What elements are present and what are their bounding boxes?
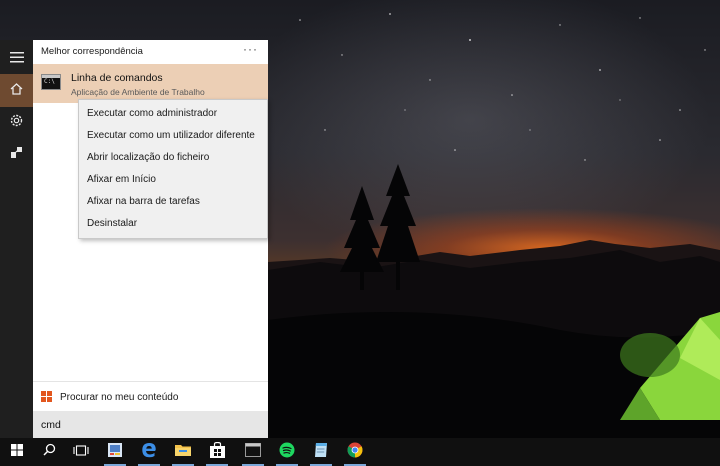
feedback-button[interactable]	[0, 138, 33, 171]
command-prompt-icon: C:\	[41, 74, 61, 90]
task-view-button[interactable]	[64, 438, 98, 466]
taskbar-notepad[interactable]	[304, 438, 338, 466]
settings-button[interactable]	[0, 106, 33, 139]
command-prompt-icon	[245, 442, 261, 462]
menu-button[interactable]	[0, 42, 33, 75]
best-match-label: Melhor correspondência	[41, 46, 143, 57]
store-icon	[209, 441, 225, 463]
result-title: Linha de comandos	[71, 72, 163, 84]
windows-logo-icon	[41, 391, 52, 402]
menu-item-run-as-other-user[interactable]: Executar como um utilizador diferente	[79, 125, 267, 147]
more-options-button[interactable]: ···	[243, 42, 258, 56]
search-my-content-label: Procurar no meu conteúdo	[60, 392, 179, 403]
menu-item-uninstall[interactable]: Desinstalar	[79, 213, 267, 235]
notepad-icon	[313, 442, 329, 463]
start-button[interactable]	[0, 438, 34, 466]
context-menu: Executar como administrador Executar com…	[78, 99, 268, 239]
taskbar-edge[interactable]	[132, 438, 166, 466]
taskbar-chrome[interactable]	[338, 438, 372, 466]
home-button[interactable]	[0, 74, 33, 107]
spotify-icon	[279, 442, 295, 463]
taskbar-command-prompt[interactable]	[236, 438, 270, 466]
menu-icon	[9, 50, 24, 68]
settings-icon	[10, 114, 23, 132]
taskbar-store[interactable]	[200, 438, 234, 466]
menu-item-pin-to-start[interactable]: Afixar em Início	[79, 169, 267, 191]
windows-start-icon	[11, 443, 23, 461]
menu-item-run-as-admin[interactable]: Executar como administrador	[79, 103, 267, 125]
home-icon	[10, 82, 23, 100]
search-my-content-button[interactable]: Procurar no meu conteúdo	[33, 381, 268, 411]
menu-item-open-file-location[interactable]: Abrir localização do ficheiro	[79, 147, 267, 169]
chrome-icon	[347, 442, 363, 463]
search-query-text: cmd	[41, 419, 61, 431]
paint-app-icon	[107, 442, 123, 463]
menu-item-pin-to-taskbar[interactable]: Afixar na barra de tarefas	[79, 191, 267, 213]
result-subtitle: Aplicação de Ambiente de Trabalho	[71, 87, 205, 97]
search-icon	[42, 443, 56, 461]
best-match-header: Melhor correspondência ···	[33, 40, 268, 64]
taskbar	[0, 438, 720, 466]
file-explorer-icon	[175, 443, 191, 462]
edge-browser-icon	[141, 442, 157, 463]
feedback-icon	[10, 146, 23, 164]
start-rail	[0, 40, 33, 438]
search-input[interactable]: cmd	[33, 411, 268, 438]
taskbar-spotify[interactable]	[270, 438, 304, 466]
best-match-result[interactable]: C:\ Linha de comandos Aplicação de Ambie…	[33, 64, 268, 103]
search-button[interactable]	[32, 438, 66, 466]
taskbar-paint-app[interactable]	[98, 438, 132, 466]
taskbar-file-explorer[interactable]	[166, 438, 200, 466]
task-view-icon	[73, 443, 89, 461]
